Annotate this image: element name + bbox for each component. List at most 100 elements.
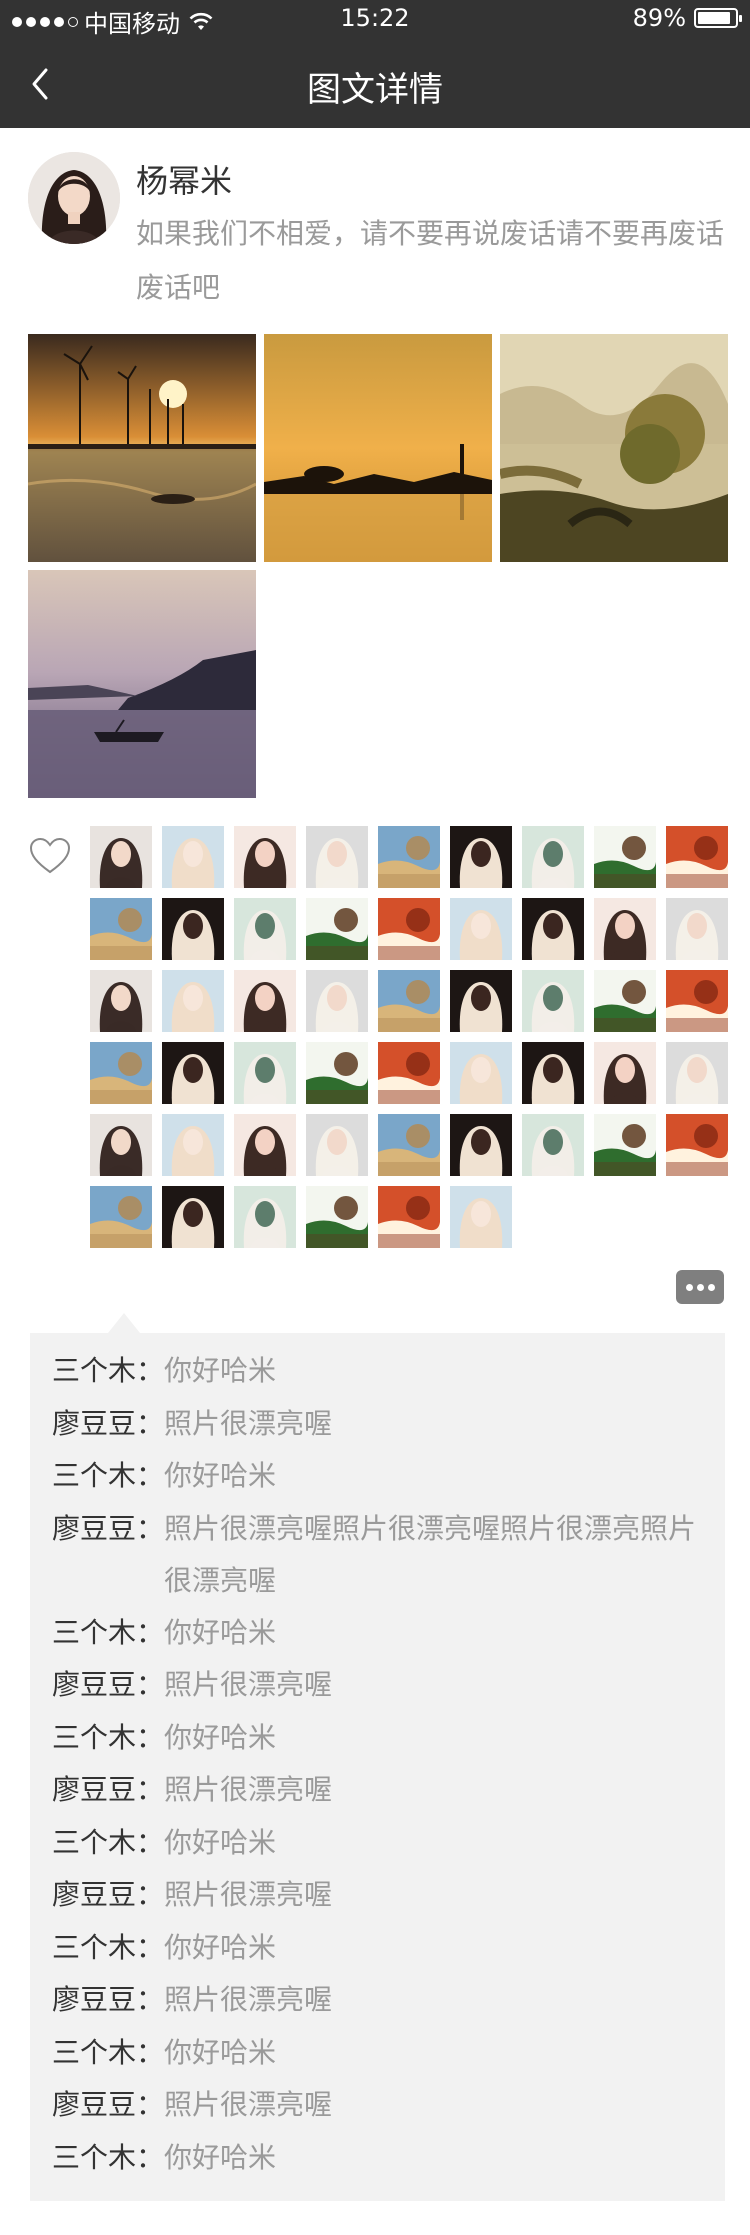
- comment-item[interactable]: 三个木： 你好哈米: [52, 1712, 712, 1764]
- comment-item[interactable]: 廖豆豆： 照片很漂亮喔: [52, 1659, 712, 1711]
- liker-avatar[interactable]: [378, 898, 440, 960]
- comment-item[interactable]: 三个木： 你好哈米: [52, 2027, 712, 2079]
- liker-avatar[interactable]: [162, 1186, 224, 1248]
- author-name[interactable]: 杨幂米: [136, 156, 232, 202]
- heart-icon[interactable]: [28, 836, 72, 876]
- comment-author[interactable]: 三个木：: [52, 1817, 164, 1869]
- liker-avatar[interactable]: [522, 1114, 584, 1176]
- liker-avatar[interactable]: [162, 1114, 224, 1176]
- battery-icon: [694, 8, 742, 28]
- liker-avatar[interactable]: [234, 826, 296, 888]
- post-photo[interactable]: [264, 334, 492, 562]
- liker-avatar[interactable]: [450, 1114, 512, 1176]
- post-text: 如果我们不相爱，请不要再说废话请不要再废话废话吧: [136, 217, 725, 304]
- comment-item[interactable]: 廖豆豆： 照片很漂亮喔照片很漂亮喔照片很漂亮照片很漂亮喔: [52, 1503, 712, 1607]
- liker-avatar[interactable]: [162, 898, 224, 960]
- post-photo[interactable]: [28, 334, 256, 562]
- comment-item[interactable]: 三个木： 你好哈米: [52, 2132, 712, 2184]
- liker-avatar[interactable]: [90, 1114, 152, 1176]
- liker-avatar[interactable]: [90, 1042, 152, 1104]
- comment-author[interactable]: 三个木：: [52, 2132, 164, 2184]
- comment-text: 你好哈米: [164, 1720, 277, 1754]
- liker-avatar[interactable]: [522, 898, 584, 960]
- comment-item[interactable]: 三个木： 你好哈米: [52, 1345, 712, 1397]
- liker-avatar[interactable]: [594, 1042, 656, 1104]
- liker-avatar[interactable]: [522, 1042, 584, 1104]
- liker-avatar[interactable]: [450, 898, 512, 960]
- comment-item[interactable]: 廖豆豆： 照片很漂亮喔: [52, 1764, 712, 1816]
- comment-text: 你好哈米: [164, 2035, 277, 2069]
- liker-avatar[interactable]: [378, 826, 440, 888]
- liker-avatar[interactable]: [90, 898, 152, 960]
- comment-author[interactable]: 廖豆豆：: [52, 1869, 164, 1921]
- comment-text: 照片很漂亮喔: [164, 1773, 333, 1806]
- nav-bar: 图文详情: [0, 40, 750, 128]
- comment-author[interactable]: 三个木：: [52, 1712, 164, 1764]
- liker-avatar[interactable]: [378, 1186, 440, 1248]
- liker-avatar[interactable]: [162, 1042, 224, 1104]
- comment-item[interactable]: 三个木： 你好哈米: [52, 1450, 712, 1502]
- liker-avatar[interactable]: [306, 1186, 368, 1248]
- comment-item[interactable]: 三个木： 你好哈米: [52, 1817, 712, 1869]
- comment-item[interactable]: 廖豆豆： 照片很漂亮喔: [52, 1398, 712, 1450]
- liker-avatar[interactable]: [594, 970, 656, 1032]
- comment-text: 你好哈米: [164, 1459, 277, 1492]
- liker-avatar[interactable]: [306, 1114, 368, 1176]
- comment-author[interactable]: 三个木：: [52, 1607, 164, 1659]
- liker-avatar[interactable]: [666, 1042, 728, 1104]
- battery-percent: 89%: [632, 4, 686, 32]
- liker-avatar[interactable]: [162, 970, 224, 1032]
- comment-author[interactable]: 廖豆豆：: [52, 1659, 164, 1711]
- comment-author[interactable]: 三个木：: [52, 1922, 164, 1974]
- post-photo[interactable]: [500, 334, 728, 562]
- liker-avatar[interactable]: [450, 1042, 512, 1104]
- comment-author[interactable]: 廖豆豆：: [52, 1764, 164, 1816]
- comment-author[interactable]: 三个木：: [52, 1345, 164, 1397]
- liker-avatar[interactable]: [378, 970, 440, 1032]
- liker-avatar[interactable]: [306, 898, 368, 960]
- liker-avatar[interactable]: [450, 970, 512, 1032]
- liker-avatar[interactable]: [666, 898, 728, 960]
- comment-author[interactable]: 三个木：: [52, 1450, 164, 1502]
- liker-avatar[interactable]: [450, 826, 512, 888]
- liker-avatar[interactable]: [90, 970, 152, 1032]
- liker-avatar[interactable]: [234, 898, 296, 960]
- comment-item[interactable]: 三个木： 你好哈米: [52, 1922, 712, 1974]
- comment-text: 你好哈米: [164, 1825, 277, 1859]
- comment-author[interactable]: 三个木：: [52, 2027, 164, 2079]
- liker-avatar[interactable]: [234, 1114, 296, 1176]
- comment-item[interactable]: 廖豆豆： 照片很漂亮喔: [52, 2079, 712, 2131]
- liker-avatar[interactable]: [522, 970, 584, 1032]
- liker-avatar[interactable]: [306, 1042, 368, 1104]
- liker-avatar[interactable]: [90, 826, 152, 888]
- liker-avatar[interactable]: [234, 1186, 296, 1248]
- liker-avatar[interactable]: [378, 1114, 440, 1176]
- liker-avatar[interactable]: [594, 826, 656, 888]
- comment-item[interactable]: 廖豆豆： 照片很漂亮喔: [52, 1974, 712, 2026]
- liker-avatar[interactable]: [594, 898, 656, 960]
- comment-text: 你好哈米: [164, 1354, 277, 1387]
- liker-avatar[interactable]: [666, 970, 728, 1032]
- liker-avatar[interactable]: [522, 826, 584, 888]
- comment-item[interactable]: 廖豆豆： 照片很漂亮喔: [52, 1869, 712, 1921]
- liker-avatar[interactable]: [306, 826, 368, 888]
- liker-avatar[interactable]: [234, 1042, 296, 1104]
- comment-author[interactable]: 廖豆豆：: [52, 1974, 164, 2026]
- liker-avatar[interactable]: [666, 826, 728, 888]
- comment-text: 你好哈米: [164, 1930, 277, 1964]
- comment-author[interactable]: 廖豆豆：: [52, 1503, 164, 1607]
- comment-author[interactable]: 廖豆豆：: [52, 1398, 164, 1450]
- comment-author[interactable]: 廖豆豆：: [52, 2079, 164, 2131]
- liker-avatar[interactable]: [450, 1186, 512, 1248]
- comment-item[interactable]: 三个木： 你好哈米: [52, 1607, 712, 1659]
- liker-avatar[interactable]: [594, 1114, 656, 1176]
- avatar[interactable]: [28, 152, 120, 244]
- post-photo[interactable]: [28, 570, 256, 798]
- liker-avatar[interactable]: [306, 970, 368, 1032]
- liker-avatar[interactable]: [162, 826, 224, 888]
- liker-avatar[interactable]: [90, 1186, 152, 1248]
- liker-avatar[interactable]: [666, 1114, 728, 1176]
- liker-avatar[interactable]: [234, 970, 296, 1032]
- liker-avatar[interactable]: [378, 1042, 440, 1104]
- more-dots-icon[interactable]: [676, 1270, 724, 1304]
